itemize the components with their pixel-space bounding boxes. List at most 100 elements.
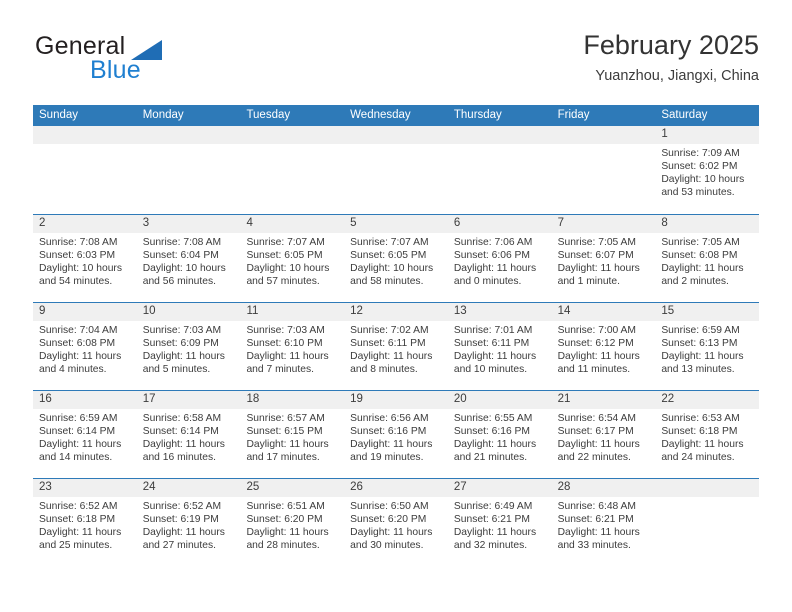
sunset-text: Sunset: 6:05 PM	[350, 250, 427, 262]
day-info: Sunrise: 7:04 AM Sunset: 6:08 PM Dayligh…	[33, 321, 137, 376]
day-cell[interactable]: 11 Sunrise: 7:03 AM Sunset: 6:10 PM Dayl…	[240, 303, 345, 390]
day-number	[240, 126, 345, 144]
day-cell[interactable]: 14 Sunrise: 7:00 AM Sunset: 6:12 PM Dayl…	[551, 303, 656, 390]
day-number: 18	[240, 391, 345, 409]
sunrise-text: Sunrise: 7:05 AM	[661, 237, 740, 248]
day-info: Sunrise: 6:54 AM Sunset: 6:17 PM Dayligh…	[552, 409, 656, 464]
day-number: 5	[344, 215, 448, 233]
day-info	[655, 497, 759, 500]
sunrise-text: Sunrise: 7:03 AM	[246, 325, 325, 336]
sunrise-text: Sunrise: 7:07 AM	[350, 237, 429, 248]
day-cell[interactable]	[655, 479, 760, 566]
weekday-sunday: Sunday	[39, 109, 79, 121]
sunset-text: Sunset: 6:14 PM	[39, 426, 116, 438]
sunset-text: Sunset: 6:20 PM	[246, 514, 323, 526]
sunset-text: Sunset: 6:13 PM	[661, 338, 738, 350]
day-number	[447, 126, 552, 144]
day-cell[interactable]: 6 Sunrise: 7:06 AM Sunset: 6:06 PM Dayli…	[447, 215, 552, 302]
sunrise-text: Sunrise: 6:59 AM	[661, 325, 740, 336]
daylight-text: Daylight: 11 hours and 24 minutes.	[661, 439, 744, 464]
weekday-saturday: Saturday	[661, 109, 708, 121]
logo-text-blue: Blue	[90, 56, 141, 84]
day-info	[240, 144, 344, 147]
sunset-text: Sunset: 6:18 PM	[661, 426, 738, 438]
day-info: Sunrise: 6:48 AM Sunset: 6:21 PM Dayligh…	[552, 497, 656, 552]
day-cell[interactable]: 28 Sunrise: 6:48 AM Sunset: 6:21 PM Dayl…	[551, 479, 656, 566]
day-cell[interactable]: 7 Sunrise: 7:05 AM Sunset: 6:07 PM Dayli…	[551, 215, 656, 302]
day-cell[interactable]: 12 Sunrise: 7:02 AM Sunset: 6:11 PM Dayl…	[344, 303, 448, 390]
day-cell[interactable]: 21 Sunrise: 6:54 AM Sunset: 6:17 PM Dayl…	[551, 391, 656, 478]
day-number: 19	[344, 391, 448, 409]
daylight-text: Daylight: 10 hours and 56 minutes.	[142, 263, 226, 288]
day-cell[interactable]: 19 Sunrise: 6:56 AM Sunset: 6:16 PM Dayl…	[344, 391, 448, 478]
day-cell[interactable]	[344, 126, 448, 214]
week-row: 1 Sunrise: 7:09 AM Sunset: 6:02 PM Dayli…	[33, 126, 760, 214]
daylight-text: Daylight: 11 hours and 21 minutes.	[453, 439, 537, 464]
day-info	[33, 144, 137, 147]
day-cell[interactable]: 16 Sunrise: 6:59 AM Sunset: 6:14 PM Dayl…	[33, 391, 137, 478]
sunrise-text: Sunrise: 7:07 AM	[246, 237, 325, 248]
daylight-text: Daylight: 11 hours and 22 minutes.	[557, 439, 640, 464]
day-number: 10	[136, 303, 241, 321]
day-info: Sunrise: 7:06 AM Sunset: 6:06 PM Dayligh…	[448, 233, 552, 288]
sunrise-text: Sunrise: 7:00 AM	[557, 325, 637, 336]
week-row: 2 Sunrise: 7:08 AM Sunset: 6:03 PM Dayli…	[33, 214, 760, 302]
day-cell[interactable]: 20 Sunrise: 6:55 AM Sunset: 6:16 PM Dayl…	[447, 391, 552, 478]
day-cell[interactable]: 4 Sunrise: 7:07 AM Sunset: 6:05 PM Dayli…	[240, 215, 345, 302]
day-cell[interactable]: 26 Sunrise: 6:50 AM Sunset: 6:20 PM Dayl…	[344, 479, 448, 566]
daylight-text: Daylight: 11 hours and 5 minutes.	[142, 351, 225, 376]
sunset-text: Sunset: 6:08 PM	[661, 250, 738, 262]
day-cell[interactable]: 24 Sunrise: 6:52 AM Sunset: 6:19 PM Dayl…	[136, 479, 241, 566]
sunset-text: Sunset: 6:05 PM	[246, 250, 323, 262]
day-cell[interactable]: 9 Sunrise: 7:04 AM Sunset: 6:08 PM Dayli…	[33, 303, 137, 390]
day-info: Sunrise: 7:00 AM Sunset: 6:12 PM Dayligh…	[552, 321, 656, 376]
day-cell[interactable]: 25 Sunrise: 6:51 AM Sunset: 6:20 PM Dayl…	[240, 479, 345, 566]
day-number: 12	[344, 303, 448, 321]
sunrise-text: Sunrise: 7:02 AM	[350, 325, 429, 336]
day-cell[interactable]: 15 Sunrise: 6:59 AM Sunset: 6:13 PM Dayl…	[655, 303, 760, 390]
sunset-text: Sunset: 6:15 PM	[246, 426, 323, 438]
day-cell[interactable]	[551, 126, 656, 214]
sunset-text: Sunset: 6:14 PM	[142, 426, 219, 438]
sunset-text: Sunset: 6:21 PM	[557, 514, 634, 526]
day-cell[interactable]: 22 Sunrise: 6:53 AM Sunset: 6:18 PM Dayl…	[655, 391, 760, 478]
sunrise-text: Sunrise: 6:48 AM	[557, 501, 637, 512]
daylight-text: Daylight: 11 hours and 25 minutes.	[39, 527, 122, 552]
day-cell[interactable]: 8 Sunrise: 7:05 AM Sunset: 6:08 PM Dayli…	[655, 215, 760, 302]
day-cell[interactable]: 17 Sunrise: 6:58 AM Sunset: 6:14 PM Dayl…	[136, 391, 241, 478]
sunrise-text: Sunrise: 6:50 AM	[350, 501, 429, 512]
day-number: 23	[33, 479, 137, 497]
daylight-text: Daylight: 11 hours and 10 minutes.	[453, 351, 537, 376]
sunrise-text: Sunrise: 6:51 AM	[246, 501, 325, 512]
daylight-text: Daylight: 11 hours and 2 minutes.	[661, 263, 744, 288]
day-cell[interactable]: 23 Sunrise: 6:52 AM Sunset: 6:18 PM Dayl…	[33, 479, 137, 566]
day-cell[interactable]: 27 Sunrise: 6:49 AM Sunset: 6:21 PM Dayl…	[447, 479, 552, 566]
day-cell[interactable]: 13 Sunrise: 7:01 AM Sunset: 6:11 PM Dayl…	[447, 303, 552, 390]
day-info: Sunrise: 6:59 AM Sunset: 6:14 PM Dayligh…	[33, 409, 137, 464]
daylight-text: Daylight: 11 hours and 17 minutes.	[246, 439, 329, 464]
day-number: 28	[551, 479, 656, 497]
day-cell[interactable]: 18 Sunrise: 6:57 AM Sunset: 6:15 PM Dayl…	[240, 391, 345, 478]
day-cell[interactable]: 1 Sunrise: 7:09 AM Sunset: 6:02 PM Dayli…	[655, 126, 760, 214]
week-row: 9 Sunrise: 7:04 AM Sunset: 6:08 PM Dayli…	[33, 302, 760, 390]
day-number: 7	[551, 215, 656, 233]
day-info: Sunrise: 6:53 AM Sunset: 6:18 PM Dayligh…	[655, 409, 759, 464]
day-cell[interactable]: 3 Sunrise: 7:08 AM Sunset: 6:04 PM Dayli…	[136, 215, 241, 302]
day-info: Sunrise: 6:51 AM Sunset: 6:20 PM Dayligh…	[240, 497, 344, 552]
day-info: Sunrise: 6:59 AM Sunset: 6:13 PM Dayligh…	[655, 321, 759, 376]
sunset-text: Sunset: 6:19 PM	[142, 514, 219, 526]
day-cell[interactable]: 5 Sunrise: 7:07 AM Sunset: 6:05 PM Dayli…	[344, 215, 448, 302]
day-cell[interactable]	[33, 126, 137, 214]
sunrise-text: Sunrise: 6:52 AM	[142, 501, 222, 512]
day-cell[interactable]	[136, 126, 241, 214]
day-cell[interactable]: 10 Sunrise: 7:03 AM Sunset: 6:09 PM Dayl…	[136, 303, 241, 390]
day-cell[interactable]	[447, 126, 552, 214]
day-info: Sunrise: 6:49 AM Sunset: 6:21 PM Dayligh…	[448, 497, 552, 552]
weekday-thursday: Thursday	[453, 109, 502, 121]
daylight-text: Daylight: 10 hours and 53 minutes.	[661, 174, 745, 199]
day-info: Sunrise: 6:58 AM Sunset: 6:14 PM Dayligh…	[137, 409, 241, 464]
day-cell[interactable]	[240, 126, 345, 214]
day-cell[interactable]: 2 Sunrise: 7:08 AM Sunset: 6:03 PM Dayli…	[33, 215, 137, 302]
day-number: 22	[655, 391, 760, 409]
day-info: Sunrise: 6:52 AM Sunset: 6:18 PM Dayligh…	[33, 497, 137, 552]
